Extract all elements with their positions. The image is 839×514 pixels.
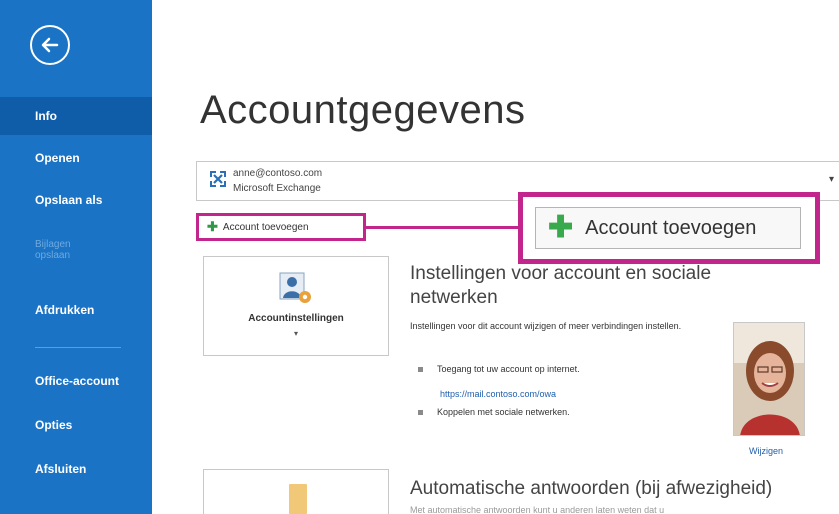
nav-item-label: Opties <box>35 418 73 432</box>
nav-item-afsluiten[interactable]: Afsluiten <box>0 450 152 488</box>
nav-item-label: Info <box>35 109 57 123</box>
auto-replies-heading: Automatische antwoorden (bij afwezigheid… <box>410 478 773 499</box>
nav-item-label: Afsluiten <box>35 462 87 476</box>
sidebar: Info Openen Opslaan als Bijlagen opslaan… <box>0 0 152 514</box>
account-settings-heading: Instellingen voor account en sociale net… <box>410 263 712 308</box>
nav-divider <box>35 347 121 348</box>
nav-item-opslaan-als[interactable]: Opslaan als <box>0 181 152 219</box>
auto-replies-description: Met automatische antwoorden kunt u ander… <box>410 505 665 514</box>
change-photo-link[interactable]: Wijzigen <box>749 446 783 456</box>
chevron-down-icon: ▾ <box>293 329 298 338</box>
account-settings-icon <box>278 271 314 312</box>
add-account-callout: ✚ Account toevoegen <box>518 192 820 264</box>
add-account-label: Account toevoegen <box>585 216 757 239</box>
bullet-icon <box>418 410 423 416</box>
add-account-button-zoomed[interactable]: ✚ Account toevoegen <box>535 207 801 249</box>
exchange-account-icon <box>207 168 229 195</box>
bullet-icon <box>418 367 423 373</box>
nav-item-bijlagen-opslaan: Bijlagen opslaan <box>0 230 100 270</box>
auto-replies-icon <box>289 484 307 514</box>
nav-item-afdrukken[interactable]: Afdrukken <box>0 291 152 329</box>
chevron-down-icon[interactable]: ▾ <box>829 174 834 185</box>
callout-connector <box>366 226 518 229</box>
bullet-web-access: Toegang tot uw account op internet. <box>418 364 580 374</box>
owa-link[interactable]: https://mail.contoso.com/owa <box>440 389 556 399</box>
nav-item-label: Opslaan als <box>35 193 103 207</box>
account-settings-label: Accountinstellingen <box>248 313 344 324</box>
bullet-social-networks-text: Koppelen met sociale netwerken. <box>437 407 570 417</box>
nav-item-openen[interactable]: Openen <box>0 139 152 177</box>
nav-item-info[interactable]: Info <box>0 97 152 135</box>
nav-item-office-account[interactable]: Office-account <box>0 362 152 400</box>
plus-icon: ✚ <box>207 219 218 234</box>
bullet-social-networks: Koppelen met sociale netwerken. <box>418 407 570 417</box>
plus-icon: ✚ <box>548 211 574 244</box>
nav-item-opties[interactable]: Opties <box>0 406 152 444</box>
account-settings-button[interactable]: Accountinstellingen ▾ <box>203 256 389 356</box>
add-account-label: Account toevoegen <box>222 221 309 233</box>
auto-replies-button[interactable] <box>203 469 389 514</box>
add-account-button[interactable]: ✚ Account toevoegen <box>196 213 366 241</box>
page-title: Accountgegevens <box>200 88 526 132</box>
back-arrow-icon[interactable] <box>30 25 70 65</box>
bullet-web-access-text: Toegang tot uw account op internet. <box>437 364 580 374</box>
account-email: anne@contoso.com <box>233 168 323 179</box>
account-type: Microsoft Exchange <box>233 183 321 194</box>
nav-item-label: Office-account <box>35 374 120 388</box>
profile-photo[interactable] <box>733 322 805 436</box>
nav-item-label: Afdrukken <box>35 303 95 317</box>
nav-item-label: Openen <box>35 151 80 165</box>
nav-item-label: Bijlagen opslaan <box>35 238 71 262</box>
account-settings-description: Instellingen voor dit account wijzigen o… <box>410 321 682 331</box>
